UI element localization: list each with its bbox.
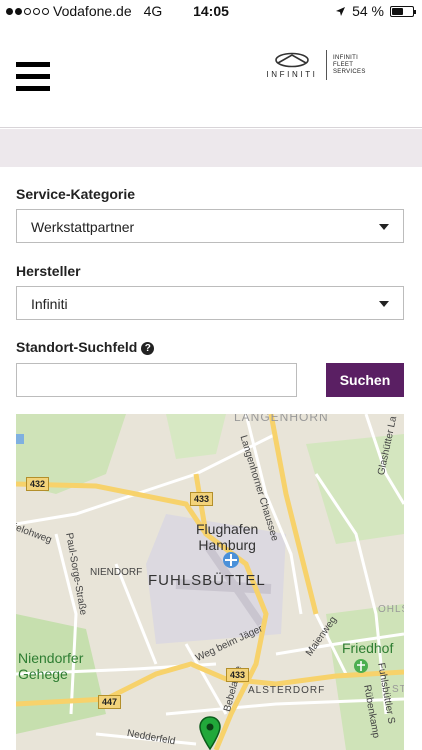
location-arrow-icon <box>336 6 346 16</box>
logo-text: INFINITI FLEET SERVICES <box>333 55 366 76</box>
road-shield-433-south: 433 <box>226 668 250 682</box>
status-right: 54 % <box>335 3 416 19</box>
location-search-label: Standort-Suchfeld? <box>16 339 155 355</box>
infiniti-logo: INFINITI INFINITI FLEET SERVICES <box>262 50 366 80</box>
road-shield-433: 433 <box>190 492 214 506</box>
battery-fill <box>392 7 403 15</box>
battery-percent: 54 % <box>352 3 384 19</box>
road-shield-447: 447 <box>98 695 122 709</box>
map-label-fuhlsbuttel: FUHLSBÜTTEL <box>148 572 266 589</box>
location-search-label-text: Standort-Suchfeld <box>16 339 138 355</box>
manufacturer-value: Infiniti <box>31 296 68 312</box>
map-label-alsterdorf: ALSTERDORF <box>248 685 326 696</box>
infiniti-emblem-icon <box>275 52 309 67</box>
help-icon[interactable]: ? <box>141 342 155 355</box>
chevron-down-icon <box>379 301 389 307</box>
header-band <box>0 129 422 167</box>
logo-line-2: FLEET <box>333 61 354 68</box>
road-shield-432: 432 <box>26 477 50 491</box>
app-header: INFINITI INFINITI FLEET SERVICES <box>0 22 422 128</box>
menu-button[interactable] <box>16 62 50 96</box>
service-category-select[interactable]: Werkstattpartner <box>16 209 404 243</box>
map-label-niendorf: NIENDORF <box>90 567 143 578</box>
location-search-input[interactable] <box>16 363 297 397</box>
map-label-friedhof: Friedhof <box>342 640 394 656</box>
logo-divider <box>326 50 327 80</box>
status-bar: Vodafone.de 4G 14:05 54 % <box>0 0 422 22</box>
map-label-langenhorn: LANGENHORN <box>234 414 329 424</box>
hamburger-icon <box>16 62 50 67</box>
manufacturer-select[interactable]: Infiniti <box>16 286 404 320</box>
logo-line-3: SERVICES <box>333 68 366 75</box>
logo-mark: INFINITI <box>262 52 322 79</box>
battery-icon <box>390 5 416 17</box>
map-label-airport: Flughafen Hamburg <box>196 521 259 553</box>
map-view[interactable]: LANGENHORN Langenhorner Chaussee Glashüt… <box>16 414 404 750</box>
logo-brand: INFINITI <box>266 69 318 79</box>
map-label-st: ST <box>392 684 404 695</box>
map-label-niendorfer-gehege: Niendorfer Gehege <box>18 650 84 682</box>
service-category-label: Service-Kategorie <box>16 186 136 202</box>
map-label-ohls: OHLS <box>378 604 404 615</box>
chevron-down-icon <box>379 224 389 230</box>
search-button[interactable]: Suchen <box>326 363 404 397</box>
location-pin-icon[interactable] <box>199 716 221 750</box>
manufacturer-label: Hersteller <box>16 263 81 279</box>
service-category-value: Werkstattpartner <box>31 219 135 235</box>
logo-line-1: INFINITI <box>333 54 359 61</box>
